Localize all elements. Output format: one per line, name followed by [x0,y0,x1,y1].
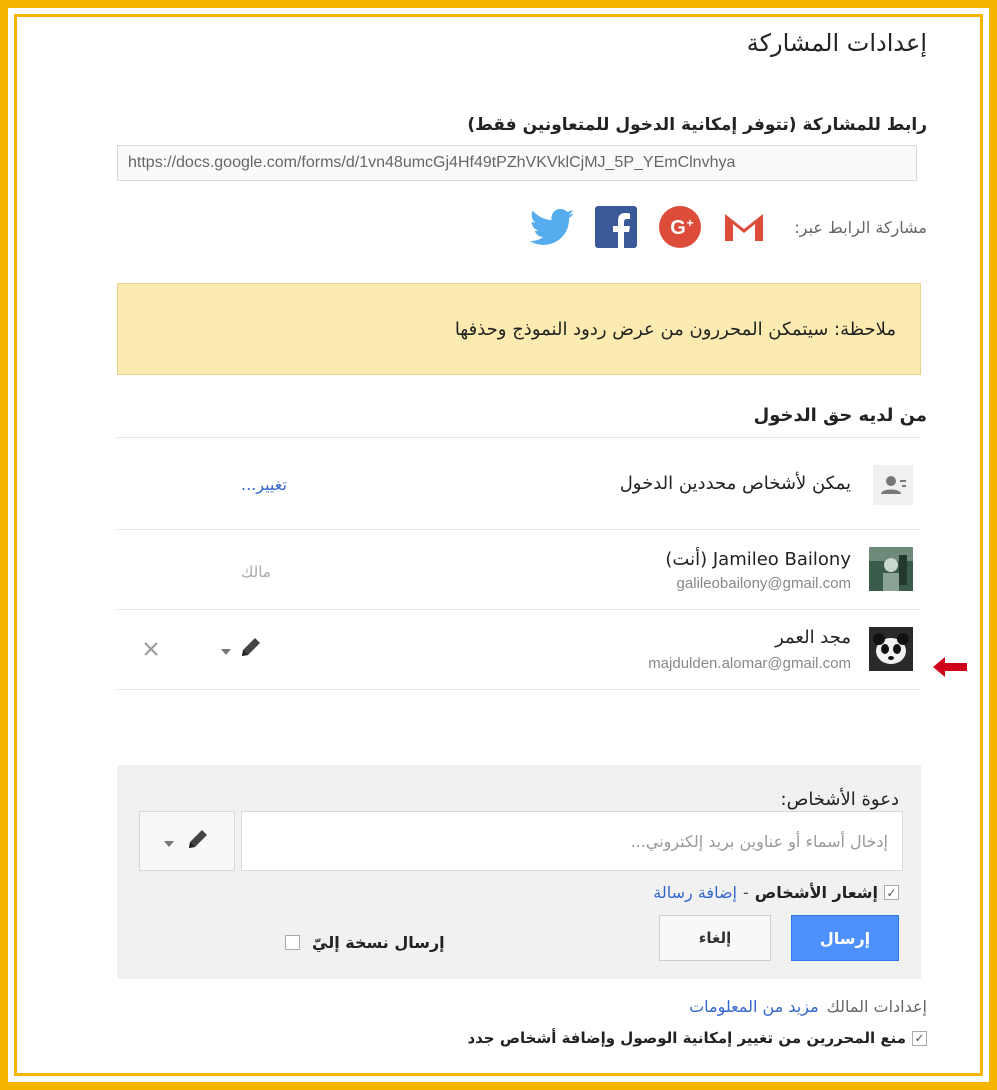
cancel-button[interactable]: إلغاء [659,915,771,961]
avatar [869,547,913,591]
editor-name: مجد العمر [775,627,851,648]
editors-note: ملاحظة: سيتمكن المحررون من عرض ردود النم… [117,283,921,375]
prevent-editors-row: ✓ منع المحررين من تغيير إمكانية الوصول و… [467,1029,927,1047]
facebook-icon[interactable] [594,205,638,249]
pencil-icon [239,635,263,663]
prevent-editors-label: منع المحررين من تغيير إمكانية الوصول وإض… [467,1029,906,1047]
access-owner-row: Jamileo Bailony (أنت) galileobailony@gma… [117,529,921,609]
avatar [869,627,913,671]
restricted-access-text: يمكن لأشخاص محددين الدخول [619,473,851,494]
arrow-left-icon [931,655,971,679]
gmail-icon[interactable] [722,205,766,249]
prevent-editors-checkbox[interactable]: ✓ [912,1030,927,1046]
pencil-icon [186,827,210,855]
invite-people-panel: دعوة الأشخاص: إدخال أسماء أو عناوين بريد… [117,765,921,979]
access-restricted-row: يمكن لأشخاص محددين الدخول تغيير... [117,437,921,529]
highlight-frame-inner: إعدادات المشاركة رابط للمشاركة (تتوفر إم… [14,14,983,1076]
twitter-icon[interactable] [530,205,575,249]
share-link-field[interactable]: https://docs.google.com/forms/d/1vn48umc… [117,145,917,181]
editor-email: majdulden.alomar@gmail.com [648,655,851,672]
share-via-label: مشاركة الرابط عبر: [794,217,927,237]
send-button[interactable]: إرسال [791,915,899,961]
invite-people-input[interactable]: إدخال أسماء أو عناوين بريد إلكتروني... [241,811,903,871]
share-via-row: مشاركة الرابط عبر: G + [530,205,927,249]
send-copy-checkbox[interactable] [285,935,300,950]
notify-people-checkbox[interactable]: ✓ [884,885,899,900]
dialog-title: إعدادات المشاركة [746,29,927,57]
send-copy-label: إرسال نسخة إليّ [312,933,445,952]
editor-permission-dropdown[interactable] [221,635,275,663]
invite-people-label: دعوة الأشخاص: [780,789,900,810]
remove-editor-close-icon[interactable] [139,637,163,661]
owner-role-label: مالك [241,563,271,581]
owner-settings-row: إعدادات المالك مزيد من المعلومات [689,997,927,1016]
notify-people-label: إشعار الأشخاص [754,883,878,902]
who-has-access-heading: من لديه حق الدخول [753,405,927,426]
divider [117,689,921,690]
svg-text:G: G [671,217,687,239]
chevron-down-icon [221,640,231,659]
more-info-link[interactable]: مزيد من المعلومات [689,997,819,1016]
people-icon [873,465,913,505]
share-link-label: رابط للمشاركة (تتوفر إمكانية الدخول للمت… [467,115,927,135]
sharing-settings-dialog: إعدادات المشاركة رابط للمشاركة (تتوفر إم… [107,17,949,1073]
owner-name: Jamileo Bailony (أنت) [665,549,851,570]
separator-dash: - [742,883,749,902]
chevron-down-icon [164,832,174,851]
add-message-link[interactable]: إضافة رسالة [653,883,737,902]
invite-permission-dropdown[interactable] [139,811,235,871]
google-plus-icon[interactable]: G + [658,205,702,249]
change-access-link[interactable]: تغيير... [241,475,287,494]
access-editor-row: مجد العمر majdulden.alomar@gmail.com [117,609,921,689]
send-copy-row: إرسال نسخة إليّ [285,933,445,952]
notify-people-row: ✓ إشعار الأشخاص - إضافة رسالة [653,883,899,902]
svg-text:+: + [687,216,694,230]
owner-email: galileobailony@gmail.com [676,575,851,592]
owner-settings-label: إعدادات المالك [826,997,927,1016]
